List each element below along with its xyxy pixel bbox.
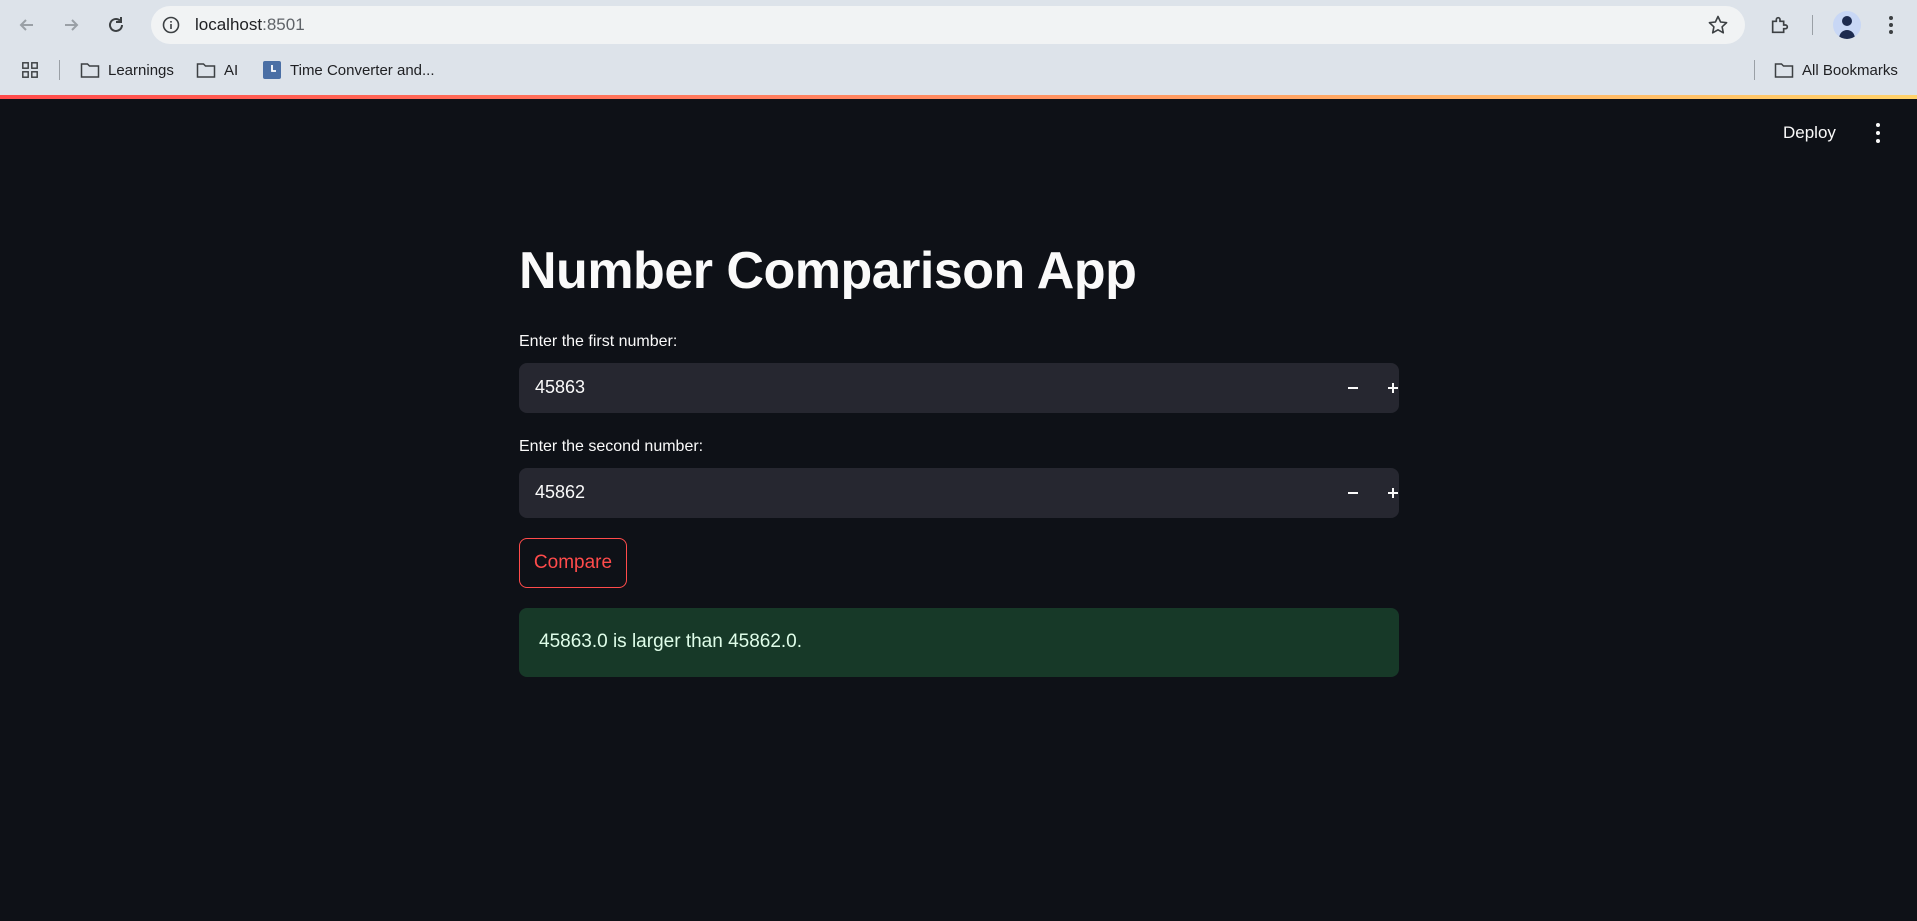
- browser-menu-button[interactable]: [1878, 12, 1904, 38]
- menu-icon: [1889, 16, 1893, 34]
- deploy-button[interactable]: Deploy: [1783, 123, 1836, 143]
- bookmark-ai[interactable]: AI: [196, 58, 238, 82]
- second-number-label: Enter the second number:: [519, 438, 704, 455]
- url-port: :8501: [262, 15, 305, 34]
- page-title: Number Comparison App: [519, 242, 1137, 300]
- first-decrement-button[interactable]: [1337, 373, 1369, 403]
- reload-icon: [109, 17, 123, 32]
- star-icon: [1708, 15, 1728, 34]
- bookmarks-divider-right: [1754, 60, 1755, 80]
- result-message: 45863.0 is larger than 45862.0.: [539, 631, 803, 652]
- apps-button[interactable]: [20, 58, 40, 82]
- second-number-value: 45862: [535, 482, 586, 502]
- bookmark-star-button[interactable]: [1707, 14, 1729, 36]
- browser-chrome: localhost:8501 Learnings AI Time Convert…: [0, 0, 1917, 99]
- all-bookmarks-label: All Bookmarks: [1802, 61, 1898, 79]
- plus-icon: [1388, 383, 1398, 393]
- second-increment-button[interactable]: [1377, 478, 1409, 508]
- toolbar-divider: [1812, 15, 1813, 35]
- clock-icon: [263, 61, 281, 79]
- site-info-button[interactable]: [159, 13, 183, 37]
- back-icon: [19, 19, 33, 31]
- extensions-button[interactable]: [1767, 12, 1793, 38]
- extensions-icon: [1771, 16, 1789, 34]
- kebab-menu-icon[interactable]: [1868, 121, 1888, 145]
- browser-toolbar: localhost:8501: [0, 0, 1917, 50]
- profile-avatar[interactable]: [1833, 11, 1861, 39]
- plus-icon: [1388, 488, 1398, 498]
- folder-icon: [1774, 63, 1794, 78]
- bookmarks-bar: Learnings AI Time Converter and... All B…: [0, 54, 1917, 88]
- url-host: localhost: [195, 15, 263, 34]
- second-decrement-button[interactable]: [1337, 478, 1369, 508]
- bookmark-label: Time Converter and...: [290, 61, 435, 79]
- forward-icon: [65, 19, 79, 31]
- url-text: localhost:8501: [195, 15, 305, 35]
- streamlit-app: Deploy Number Comparison App Enter the f…: [0, 99, 1917, 921]
- second-number-input[interactable]: 45862: [519, 468, 1399, 518]
- bookmarks-divider: [59, 60, 60, 80]
- reload-button[interactable]: [101, 10, 131, 40]
- back-button[interactable]: [12, 10, 42, 40]
- apps-grid-icon: [22, 62, 38, 78]
- bookmark-label: AI: [224, 61, 239, 79]
- forward-button[interactable]: [56, 10, 86, 40]
- first-increment-button[interactable]: [1377, 373, 1409, 403]
- address-bar[interactable]: localhost:8501: [151, 6, 1745, 44]
- first-number-input[interactable]: 45863: [519, 363, 1399, 413]
- first-number-label: Enter the first number:: [519, 333, 678, 350]
- folder-icon: [80, 63, 100, 78]
- folder-icon: [196, 63, 216, 78]
- all-bookmarks-button[interactable]: All Bookmarks: [1774, 58, 1898, 82]
- bookmark-label: Learnings: [108, 61, 174, 79]
- site-info-icon: [162, 16, 180, 34]
- compare-button[interactable]: Compare: [519, 538, 627, 588]
- profile-avatar-icon: [1839, 16, 1855, 39]
- minus-icon: [1348, 387, 1358, 389]
- first-number-value: 45863: [535, 377, 586, 397]
- minus-icon: [1348, 492, 1358, 494]
- success-alert: 45863.0 is larger than 45862.0.: [519, 608, 1399, 677]
- bookmark-learnings[interactable]: Learnings: [80, 58, 174, 82]
- bookmark-time-converter[interactable]: Time Converter and...: [262, 58, 435, 82]
